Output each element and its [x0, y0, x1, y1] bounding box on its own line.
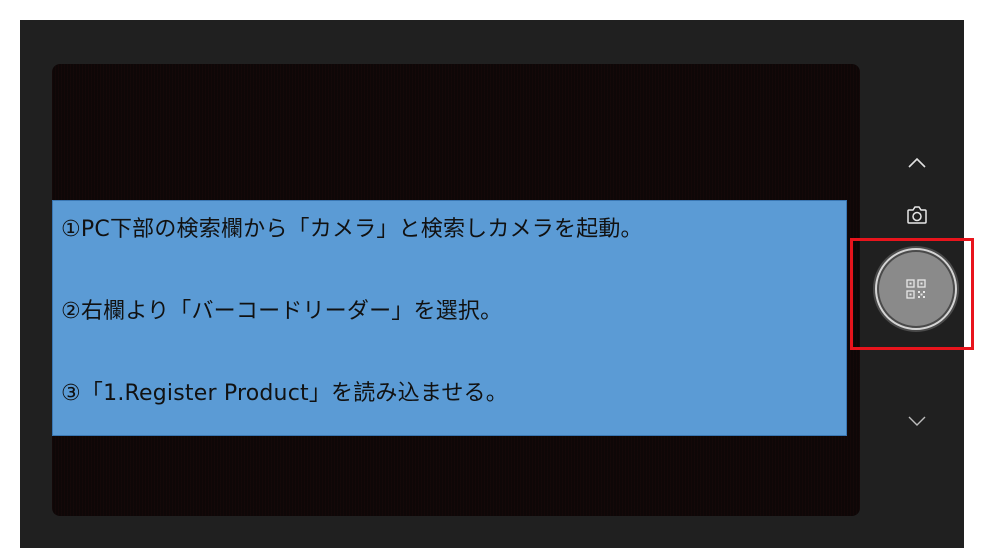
instruction-step-1: ①PC下部の検索欄から「カメラ」と検索しカメラを起動。: [61, 217, 643, 242]
instruction-step-2: ②右欄より「バーコードリーダー」を選択。: [61, 299, 503, 324]
chevron-down-icon[interactable]: [902, 406, 932, 436]
chevron-up-icon[interactable]: [902, 148, 932, 178]
highlight-annotation: [850, 238, 974, 350]
instruction-callout: ①PC下部の検索欄から「カメラ」と検索しカメラを起動。 ②右欄より「バーコードリ…: [52, 200, 847, 436]
instruction-step-3: ③「1.Register Product」を読み込ませる。: [61, 381, 508, 406]
camera-icon[interactable]: [902, 200, 932, 230]
